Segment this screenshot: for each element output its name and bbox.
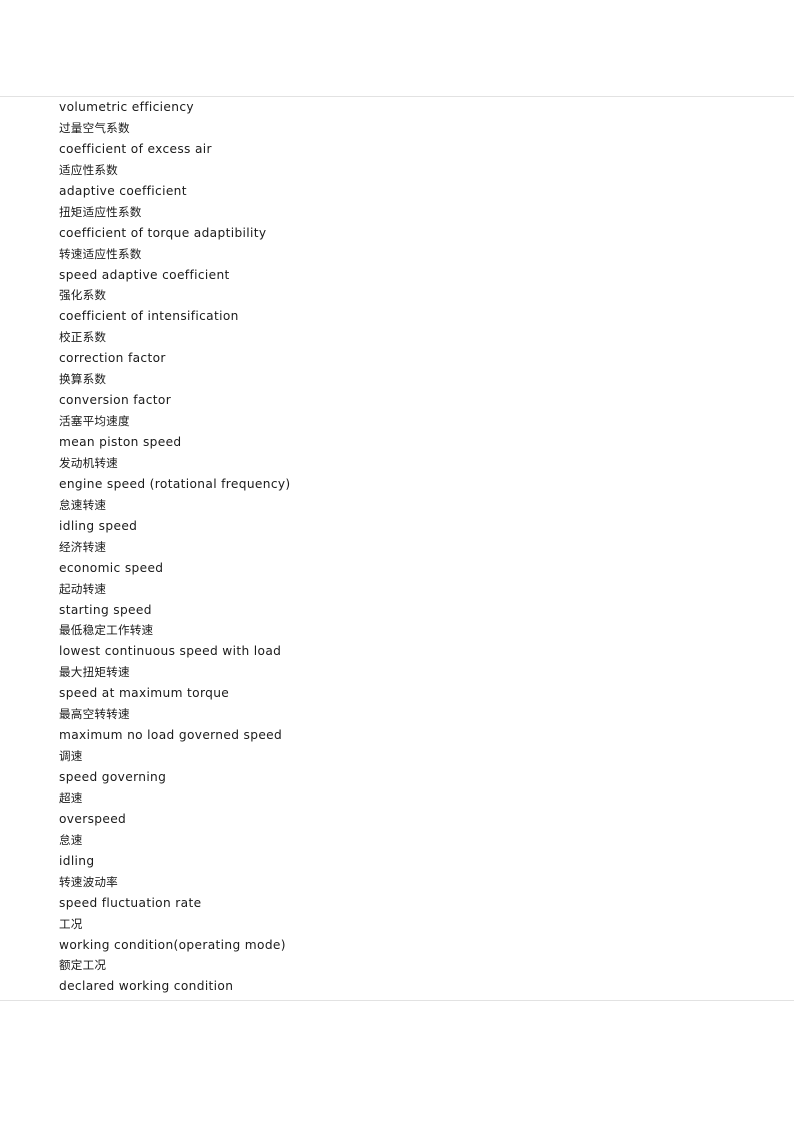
glossary-term: 适应性系数 — [59, 162, 118, 177]
document-page: volumetric efficiency 过量空气系数 coefficient o… — [0, 0, 794, 1123]
glossary-term: 怠速 — [59, 832, 83, 847]
glossary-term: economic speed — [59, 560, 164, 575]
glossary-term: 最大扭矩转速 — [59, 665, 130, 680]
glossary-term: declared working condition — [59, 979, 234, 994]
glossary-content-frame: volumetric efficiency 过量空气系数 coefficient o… — [0, 97, 794, 1000]
glossary-term: 额定工况 — [59, 958, 107, 973]
glossary-term: lowest continuous speed with load — [59, 644, 282, 659]
glossary-term-list: volumetric efficiency 过量空气系数 coefficient o… — [59, 97, 759, 997]
glossary-term: speed fluctuation rate — [59, 895, 202, 910]
glossary-term: 工况 — [59, 916, 83, 931]
glossary-term: 活塞平均速度 — [59, 414, 130, 429]
glossary-term: coefficient of excess air — [59, 141, 212, 156]
glossary-term: 超速 — [59, 790, 83, 805]
glossary-term: overspeed — [59, 811, 127, 826]
glossary-term: 怠速转速 — [59, 497, 107, 512]
glossary-term: 发动机转速 — [59, 455, 118, 470]
glossary-term: 强化系数 — [59, 288, 107, 303]
glossary-term: 转速适应性系数 — [59, 246, 142, 261]
glossary-term: speed at maximum torque — [59, 686, 230, 701]
glossary-term: mean piston speed — [59, 435, 182, 449]
glossary-term: 校正系数 — [59, 330, 107, 345]
glossary-term: correction factor — [59, 351, 166, 366]
glossary-term: 换算系数 — [59, 372, 107, 387]
glossary-term: working condition(operating mode) — [59, 937, 286, 952]
glossary-term: 过量空气系数 — [59, 120, 130, 135]
glossary-term: adaptive coefficient — [59, 183, 187, 198]
glossary-term: volumetric efficiency — [59, 100, 194, 114]
glossary-term: 转速波动率 — [59, 874, 118, 889]
glossary-term: coefficient of torque adaptibility — [59, 225, 267, 240]
glossary-term: 最低稳定工作转速 — [59, 623, 154, 638]
glossary-term: idling speed — [59, 518, 138, 533]
glossary-term: conversion factor — [59, 393, 172, 408]
glossary-term: 扭矩适应性系数 — [59, 204, 142, 219]
glossary-term: speed adaptive coefficient — [59, 267, 230, 282]
glossary-term: maximum no load governed speed — [59, 728, 283, 743]
bottom-divider-rule — [0, 1000, 794, 1001]
glossary-term: 最高空转转速 — [59, 707, 130, 722]
glossary-term: idling — [59, 853, 95, 868]
glossary-term: 经济转速 — [59, 539, 107, 554]
glossary-term: 起动转速 — [59, 581, 107, 596]
glossary-term: starting speed — [59, 602, 152, 617]
glossary-term: speed governing — [59, 770, 167, 784]
glossary-term: engine speed (rotational frequency) — [59, 476, 291, 491]
glossary-term: coefficient of intensification — [59, 309, 239, 324]
glossary-term: 调速 — [59, 749, 83, 764]
